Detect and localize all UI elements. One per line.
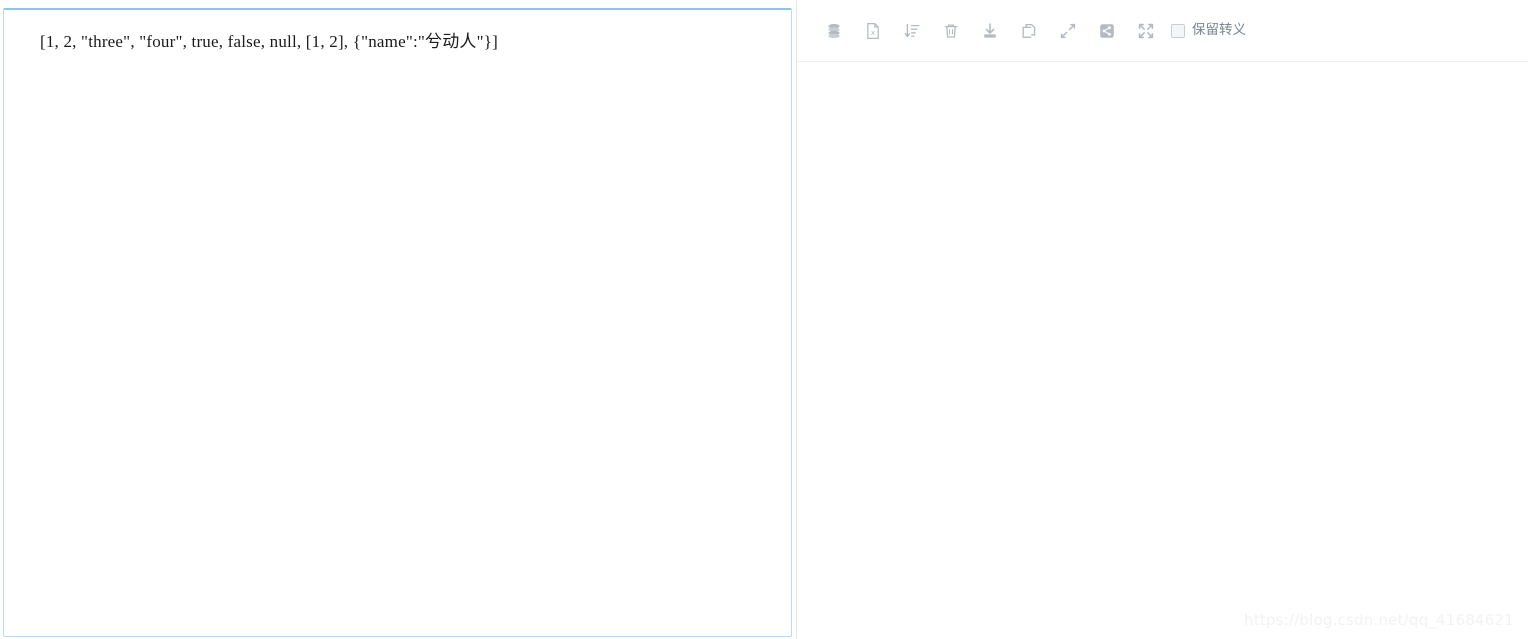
excel-file-icon-button[interactable]: x: [853, 11, 892, 51]
json-input-text[interactable]: [1, 2, "three", "four", true, false, nul…: [40, 30, 777, 54]
trash-icon: [942, 22, 960, 40]
json-formatter-app: [1, 2, "three", "four", true, false, nul…: [0, 0, 1528, 639]
expand-icon: [1137, 22, 1155, 40]
download-icon-button[interactable]: [970, 11, 1009, 51]
keep-escape-label: 保留转义: [1192, 24, 1246, 38]
viewer-pane: x: [796, 0, 1528, 639]
collapse-icon-button[interactable]: [1048, 11, 1087, 51]
editor-pane: [1, 2, "three", "four", true, false, nul…: [0, 0, 796, 639]
json-tree-rows: [1,2,"three","four",true,false,null,[1,2…: [797, 90, 1528, 506]
copy-icon: [1020, 22, 1038, 40]
collapse-icon: [1059, 22, 1077, 40]
viewer-toolbar: x: [797, 0, 1528, 62]
download-icon: [981, 22, 999, 40]
copy-icon-button[interactable]: [1009, 11, 1048, 51]
share-icon-button[interactable]: [1087, 11, 1126, 51]
sort-descending-icon: [903, 22, 921, 40]
sort-descending-icon-button[interactable]: [892, 11, 931, 51]
share-icon: [1098, 22, 1116, 40]
trash-icon-button[interactable]: [931, 11, 970, 51]
json-input-box[interactable]: [1, 2, "three", "four", true, false, nul…: [3, 8, 792, 637]
excel-file-icon: x: [864, 22, 882, 40]
json-tree-viewer[interactable]: [1,2,"three","four",true,false,null,[1,2…: [797, 62, 1528, 639]
database-icon-button[interactable]: [814, 11, 853, 51]
keep-escape-checkbox[interactable]: 保留转义: [1171, 24, 1246, 38]
svg-text:x: x: [870, 29, 874, 37]
keep-escape-checkbox-box[interactable]: [1171, 24, 1185, 38]
expand-icon-button[interactable]: [1126, 11, 1165, 51]
database-icon: [825, 22, 843, 40]
